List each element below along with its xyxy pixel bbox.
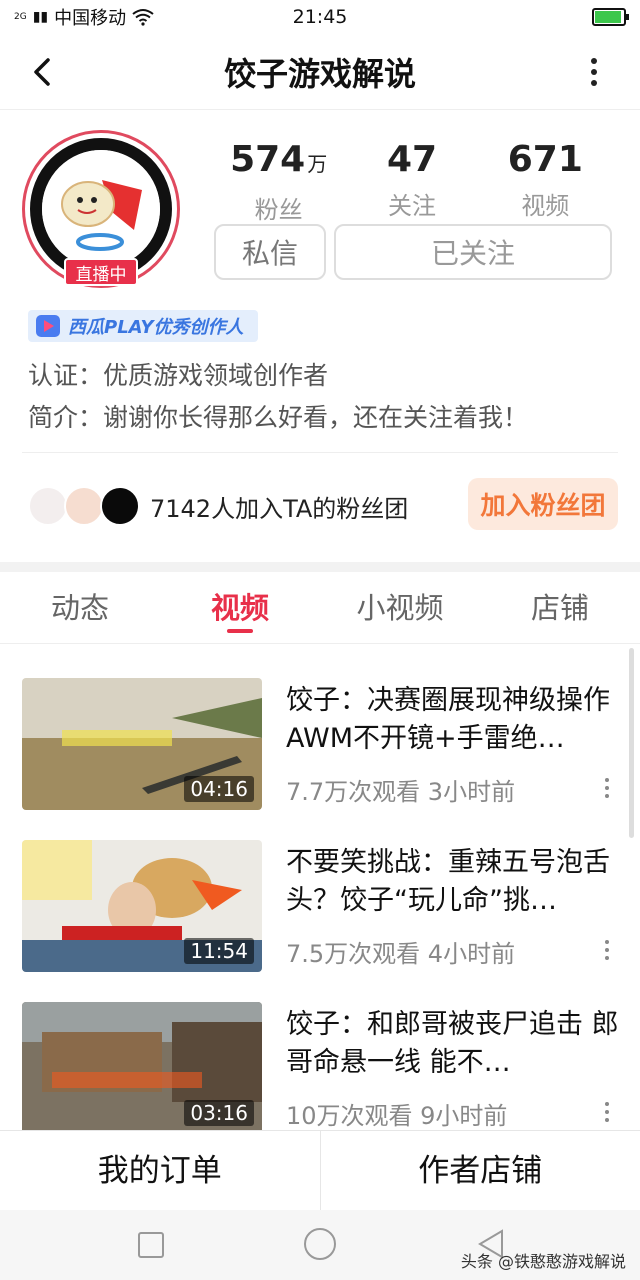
videos-label: 视频 — [521, 192, 570, 220]
bottom-bar: 我的订单 作者店铺 — [0, 1130, 640, 1210]
recents-icon[interactable] — [138, 1232, 164, 1258]
top-nav: 饺子游戏解说 — [0, 34, 640, 110]
stat-videos[interactable]: 671 视频 — [479, 140, 612, 225]
message-button[interactable]: 私信 — [214, 224, 326, 280]
battery-icon — [592, 8, 629, 26]
video-title[interactable]: 饺子：决赛圈展现神级操作 AWM不开镜+手雷绝… — [286, 682, 620, 758]
video-meta: 7.5万次观看 4小时前 — [286, 940, 516, 968]
video-duration: 04:16 — [184, 776, 254, 802]
live-badge[interactable]: 直播中 — [64, 258, 138, 286]
profile-stats: 574 万 粉丝 47 关注 671 视频 — [212, 140, 612, 225]
fan-avatar — [100, 486, 140, 526]
video-thumbnail[interactable]: 03:16 — [22, 1002, 262, 1130]
stat-followers[interactable]: 574 万 粉丝 — [212, 140, 345, 225]
clock: 21:45 — [292, 6, 348, 28]
author-shop-button[interactable]: 作者店铺 — [321, 1131, 640, 1210]
followers-count: 574 — [230, 139, 306, 180]
video-thumbnail[interactable]: 04:16 — [22, 678, 262, 810]
section-separator — [0, 562, 640, 572]
tab-short-videos[interactable]: 小视频 — [320, 572, 480, 643]
xigua-play-icon — [36, 315, 60, 337]
following-count: 47 — [386, 139, 438, 180]
video-more-icon[interactable] — [604, 1102, 610, 1122]
intro-text: 简介：谢谢你长得那么好看，还在关注着我！ — [28, 403, 529, 432]
more-options-icon[interactable] — [590, 54, 598, 90]
certification-text: 认证：优质游戏领域创作者 — [28, 361, 329, 390]
following-button[interactable]: 已关注 — [334, 224, 612, 280]
videos-count: 671 — [507, 139, 583, 180]
video-duration: 11:54 — [184, 938, 254, 964]
followers-unit: 万 — [307, 152, 328, 176]
video-item[interactable]: 03:16 饺子：和郎哥被丧尸追击 郎哥命悬一线 能不… 10万次观看 9小时前 — [0, 984, 640, 1130]
back-arrow-icon[interactable] — [26, 54, 62, 90]
video-item[interactable]: 11:54 不要笑挑战：重辣五号泡舌头？饺子“玩儿命”挑… 7.5万次观看 4小… — [0, 822, 640, 972]
watermark: 头条 @铁憨憨游戏解说 — [460, 1252, 626, 1271]
video-list: 04:16 饺子：决赛圈展现神级操作 AWM不开镜+手雷绝… 7.7万次观看 3… — [0, 660, 640, 1130]
fan-avatar — [28, 486, 68, 526]
stat-following[interactable]: 47 关注 — [345, 140, 478, 225]
divider — [22, 452, 618, 453]
tab-videos[interactable]: 视频 — [160, 572, 320, 643]
creator-badge[interactable]: 西瓜PLAY优秀创作人 — [28, 310, 258, 342]
content-tabs: 动态 视频 小视频 店铺 — [0, 572, 640, 644]
video-title[interactable]: 饺子：和郎哥被丧尸追击 郎哥命悬一线 能不… — [286, 1006, 620, 1082]
scrollbar[interactable] — [629, 648, 634, 838]
video-duration: 03:16 — [184, 1100, 254, 1126]
tab-updates[interactable]: 动态 — [0, 572, 160, 643]
my-orders-button[interactable]: 我的订单 — [0, 1131, 320, 1210]
following-label: 关注 — [387, 192, 436, 220]
creator-badge-label: 西瓜PLAY优秀创作人 — [68, 317, 244, 338]
video-thumbnail[interactable]: 11:54 — [22, 840, 262, 972]
followers-label: 粉丝 — [254, 196, 303, 224]
avatar[interactable]: 直播中 — [22, 130, 180, 288]
join-fan-club-button[interactable]: 加入粉丝团 — [468, 478, 618, 530]
fan-avatar — [64, 486, 104, 526]
fan-club-row[interactable]: 7142人加入TA的粉丝团 加入粉丝团 — [28, 478, 618, 534]
home-icon[interactable] — [304, 1228, 336, 1260]
video-meta: 7.7万次观看 3小时前 — [286, 778, 516, 806]
video-meta: 10万次观看 9小时前 — [286, 1102, 508, 1130]
video-more-icon[interactable] — [604, 778, 610, 798]
video-more-icon[interactable] — [604, 940, 610, 960]
status-bar: 2G ▮▮ 中国移动 21:45 — [0, 0, 640, 34]
tab-shop[interactable]: 店铺 — [480, 572, 640, 643]
page-title: 饺子游戏解说 — [223, 54, 416, 93]
fan-club-count: 7142人加入TA的粉丝团 — [150, 494, 409, 523]
video-title[interactable]: 不要笑挑战：重辣五号泡舌头？饺子“玩儿命”挑… — [286, 844, 620, 920]
video-item[interactable]: 04:16 饺子：决赛圈展现神级操作 AWM不开镜+手雷绝… 7.7万次观看 3… — [0, 660, 640, 810]
